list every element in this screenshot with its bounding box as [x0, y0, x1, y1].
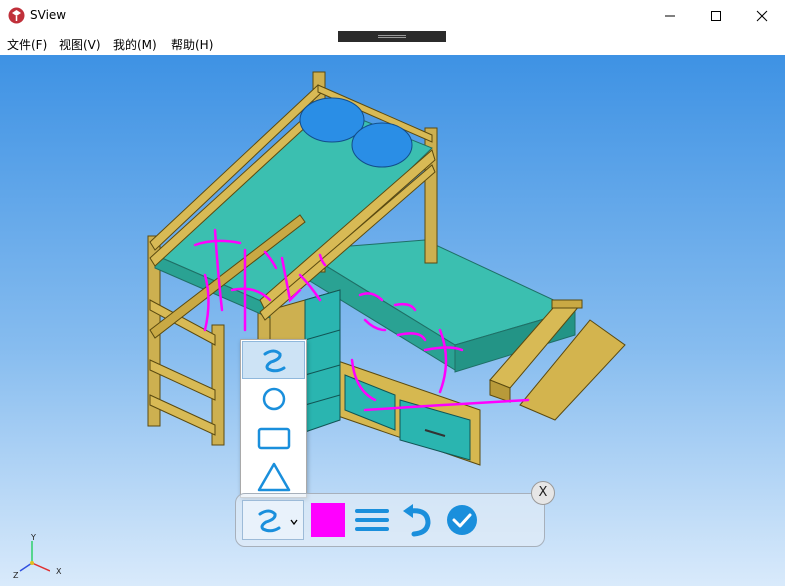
shape-option-freehand[interactable] — [242, 341, 305, 379]
shape-option-circle[interactable] — [242, 380, 305, 418]
annotation-toolbar — [235, 493, 545, 547]
chevron-down-icon — [290, 519, 298, 525]
freehand-icon — [263, 349, 285, 373]
sview-logo-icon — [8, 7, 25, 24]
rectangle-icon — [257, 427, 290, 450]
maximize-icon — [711, 10, 721, 21]
confirm-button[interactable] — [442, 494, 482, 546]
shape-option-triangle[interactable] — [242, 458, 305, 496]
panel-grip[interactable] — [338, 31, 446, 42]
shape-select[interactable] — [242, 500, 304, 540]
shape-dropdown-menu — [240, 339, 307, 498]
close-icon — [756, 10, 768, 21]
menu-view[interactable]: 视图(V) — [59, 36, 101, 53]
axis-x-label: X — [56, 567, 62, 576]
menu-file[interactable]: 文件(F) — [7, 36, 47, 53]
window-title: SView — [30, 8, 67, 22]
color-button[interactable] — [310, 494, 346, 546]
undo-icon — [403, 504, 431, 537]
maximize-button[interactable] — [693, 0, 739, 31]
color-swatch — [311, 503, 345, 537]
minimize-icon — [665, 15, 675, 16]
menu-mine[interactable]: 我的(M) — [113, 36, 157, 53]
undo-button[interactable] — [398, 494, 436, 546]
axis-z-label: Z — [13, 571, 19, 580]
line-width-icon — [355, 509, 389, 531]
line-width-button[interactable] — [352, 494, 392, 546]
toolbar-close-button[interactable]: X — [531, 481, 555, 505]
close-button[interactable] — [739, 0, 785, 31]
axis-y-label: Y — [31, 533, 36, 542]
minimize-button[interactable] — [647, 0, 693, 31]
freehand-icon — [258, 509, 281, 533]
check-icon — [447, 505, 477, 535]
menu-help[interactable]: 帮助(H) — [171, 36, 213, 53]
shape-option-rectangle[interactable] — [242, 419, 305, 457]
circle-icon — [262, 387, 285, 411]
title-bar: SView — [0, 0, 785, 31]
triangle-icon — [257, 462, 290, 492]
